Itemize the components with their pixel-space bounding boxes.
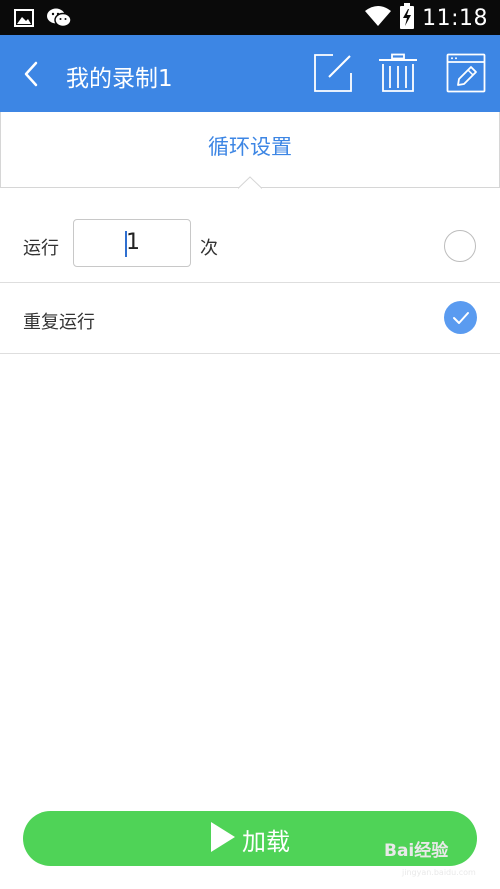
battery-charging-icon <box>400 3 415 33</box>
tab-loop-settings[interactable]: 循环设置 <box>1 131 499 161</box>
window-edit-icon[interactable] <box>446 53 486 93</box>
load-button-label: 加载 <box>242 827 290 856</box>
run-count-value: 1 <box>126 230 140 255</box>
repeat-run-radio[interactable] <box>444 301 477 334</box>
status-bar: 11:18 <box>0 0 500 35</box>
wifi-icon <box>364 5 392 31</box>
page-title: 我的录制1 <box>66 66 173 92</box>
app-header: 我的录制1 <box>0 35 500 112</box>
checkmark-icon <box>452 310 470 329</box>
gallery-icon <box>14 9 34 31</box>
back-arrow-icon[interactable] <box>18 59 46 89</box>
watermark-url: jingyan.baidu.com <box>402 868 476 877</box>
run-times-radio[interactable] <box>444 230 476 262</box>
wechat-icon <box>46 7 72 33</box>
tab-indicator-notch <box>238 176 262 189</box>
repeat-run-row[interactable]: 重复运行 <box>0 283 500 354</box>
status-time: 11:18 <box>422 5 488 31</box>
edit-icon[interactable] <box>313 53 353 93</box>
status-left <box>14 7 72 33</box>
repeat-run-label: 重复运行 <box>23 312 95 333</box>
load-button-content: 加载 <box>210 821 290 857</box>
times-unit-label: 次 <box>200 238 218 259</box>
status-right: 11:18 <box>364 3 488 33</box>
play-icon <box>210 821 236 857</box>
trash-icon[interactable] <box>378 53 418 93</box>
run-label: 运行 <box>23 238 59 259</box>
watermark-text: Bai经验 <box>384 841 449 861</box>
run-count-input[interactable]: 1 <box>73 219 191 267</box>
baidu-watermark: Bai经验 jingyan.baidu.com <box>384 836 496 886</box>
run-times-row[interactable]: 运行 1 次 <box>0 205 500 283</box>
